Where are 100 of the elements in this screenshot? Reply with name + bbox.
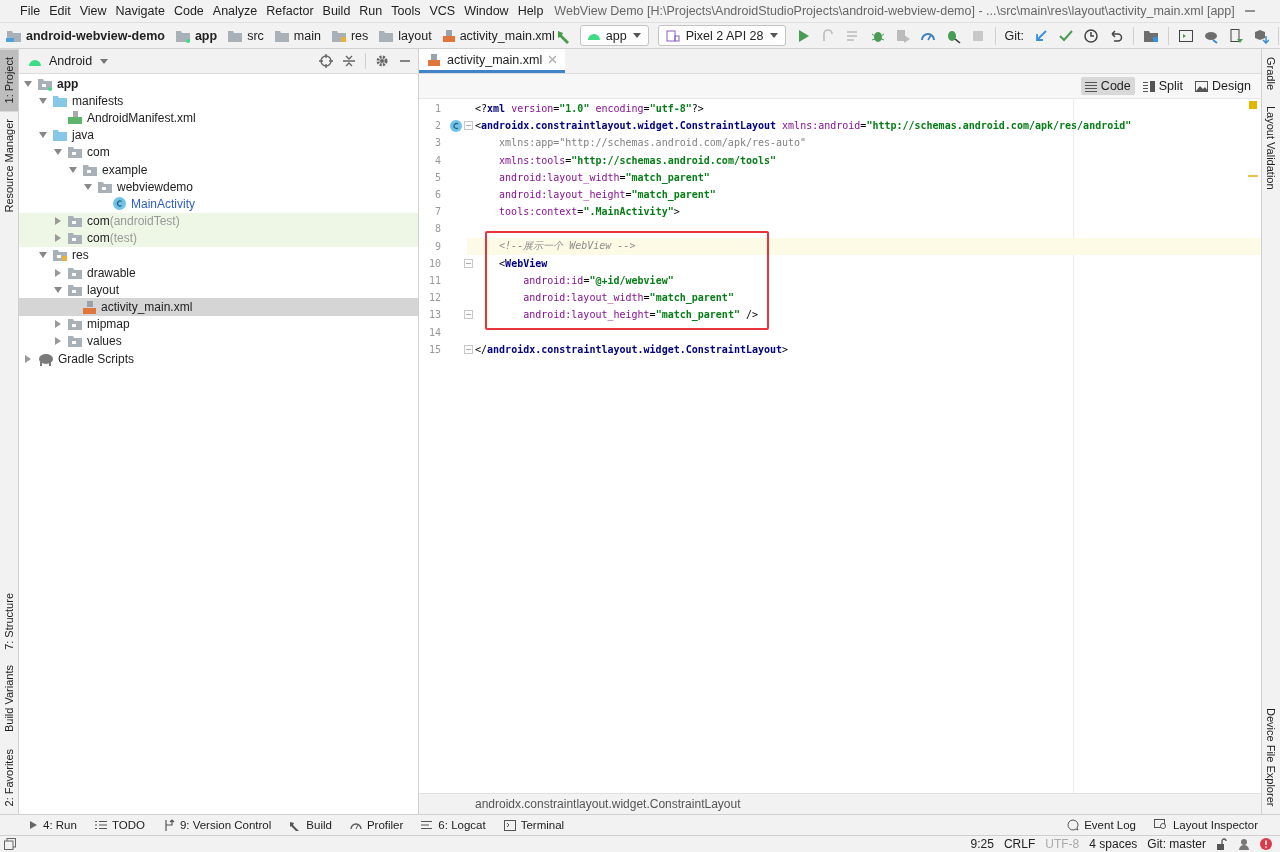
folder-icon [82, 162, 98, 177]
breadcrumb-item[interactable]: android-webview-demo [6, 28, 165, 43]
tool-window-tab[interactable]: 7: Structure [0, 584, 18, 658]
collapse-arrow-icon[interactable] [53, 233, 63, 244]
tool-tab[interactable]: Terminal [503, 819, 565, 831]
expand-arrow-icon[interactable] [23, 78, 33, 89]
manifest-file-icon [67, 110, 83, 126]
menu-item[interactable]: Analyze [212, 4, 258, 18]
tree-item[interactable]: webviewdemo [19, 178, 418, 196]
tree-item[interactable]: layout [19, 281, 418, 299]
tool-tab[interactable]: 6: Logcat [421, 819, 486, 831]
editor-tab[interactable]: activity_main.xml [419, 49, 566, 73]
tree-item[interactable]: com(androidTest) [19, 212, 418, 230]
code-line: tools:context=".MainActivity"> [498, 206, 680, 218]
breadcrumb-item[interactable]: app [174, 28, 218, 43]
fold-marker-icon[interactable] [464, 258, 473, 268]
status-item[interactable]: 9:25 [970, 837, 994, 851]
expand-arrow-icon[interactable] [38, 95, 48, 106]
tree-item[interactable]: AndroidManifest.xml [19, 109, 418, 127]
menu-item[interactable]: Window [464, 4, 509, 18]
collapse-arrow-icon[interactable] [53, 319, 63, 330]
fold-marker-icon[interactable] [464, 121, 473, 131]
view-mode-button[interactable]: Split [1138, 77, 1188, 95]
warning-marker[interactable] [1249, 101, 1257, 109]
breadcrumb-item[interactable]: src [227, 28, 264, 43]
menu-item[interactable]: Build [322, 4, 351, 18]
fold-marker-icon[interactable] [464, 344, 473, 354]
tree-item[interactable]: MainActivity [19, 195, 418, 213]
expand-arrow-icon[interactable] [68, 164, 78, 175]
breadcrumb-item[interactable]: main [273, 28, 321, 43]
menu-item[interactable]: View [79, 4, 107, 18]
tree-item[interactable]: example [19, 160, 418, 179]
close-icon[interactable] [548, 55, 558, 64]
menu-item[interactable]: Code [173, 4, 204, 18]
window-icon[interactable] [4, 838, 16, 850]
tree-item[interactable]: Gradle Scripts [19, 350, 418, 368]
tool-tab[interactable]: Layout Inspector [1153, 819, 1258, 831]
tool-tab[interactable]: TODO [94, 819, 145, 831]
tool-window-tab[interactable]: Layout Validation [1262, 98, 1280, 198]
tool-window-tab[interactable]: Gradle [1262, 49, 1280, 99]
target-icon[interactable] [319, 54, 333, 68]
phone-download-icon[interactable] [1227, 27, 1244, 44]
folder-icon [37, 76, 53, 91]
collapse-arrow-icon[interactable] [23, 353, 33, 364]
tool-window-tab[interactable]: 1: Project [0, 49, 18, 112]
menu-item[interactable]: Tools [391, 4, 421, 18]
menu-item[interactable]: File [20, 4, 41, 18]
fold-marker-icon[interactable] [464, 310, 473, 320]
status-item[interactable]: 4 spaces [1089, 837, 1138, 851]
collapse-icon[interactable] [342, 54, 356, 68]
breadcrumb-item[interactable]: layout [378, 28, 432, 43]
line-number: 8 [433, 223, 441, 235]
tree-item[interactable]: mipmap [19, 315, 418, 333]
view-mode-button[interactable]: Code [1080, 77, 1135, 95]
menu-item[interactable]: Refactor [266, 4, 314, 18]
clock-icon[interactable] [1082, 27, 1099, 44]
tool-window-tab[interactable]: Resource Manager [0, 111, 18, 222]
menu-item[interactable]: Edit [49, 4, 71, 18]
tool-tab[interactable]: 9: Version Control [162, 819, 272, 831]
tree-item[interactable]: activity_main.xml [19, 298, 418, 316]
tool-tab[interactable]: Profiler [349, 819, 404, 831]
collapse-arrow-icon[interactable] [53, 267, 63, 278]
tree-item[interactable]: manifests [19, 92, 418, 110]
tool-window-tab[interactable]: Build Variants [0, 657, 18, 741]
expand-arrow-icon[interactable] [53, 284, 63, 295]
menu-item[interactable]: VCS [429, 4, 456, 18]
status-item[interactable]: CRLF [1003, 837, 1036, 851]
menu-item[interactable]: Help [517, 4, 544, 18]
tool-tab[interactable]: Build [289, 819, 332, 831]
view-mode-button[interactable]: Design [1191, 77, 1255, 95]
class-icon[interactable] [448, 118, 463, 133]
device-dropdown[interactable]: Pixel 2 API 28 [657, 25, 786, 46]
menu-item[interactable]: Run [359, 4, 383, 18]
tree-item[interactable]: drawable [19, 264, 418, 282]
folder-icon [67, 265, 83, 280]
cube-download-icon[interactable] [1252, 27, 1269, 44]
tree-item[interactable]: app [19, 75, 418, 93]
status-item[interactable]: Git: master [1147, 837, 1206, 851]
expand-arrow-icon[interactable] [83, 181, 93, 192]
breadcrumb-item[interactable]: activity_main.xml [441, 28, 555, 43]
tree-item[interactable]: com [19, 143, 418, 161]
lock-icon[interactable] [1216, 838, 1228, 850]
tool-window-tab[interactable]: 2: Favorites [0, 740, 18, 814]
folder-icon [67, 282, 83, 297]
tree-item[interactable]: values [19, 332, 418, 350]
collapse-arrow-icon[interactable] [53, 336, 63, 347]
view-selector[interactable]: Android [29, 54, 109, 68]
run-config-dropdown[interactable]: app [579, 25, 649, 46]
tree-item[interactable]: java [19, 126, 418, 144]
error-icon[interactable] [1260, 838, 1272, 850]
collapse-arrow-icon[interactable] [53, 216, 63, 227]
tool-window-tab[interactable]: Device File Explorer [1262, 699, 1280, 814]
line-number: 14 [427, 326, 441, 338]
breadcrumb-item[interactable]: res [330, 28, 369, 43]
menu-item[interactable]: Navigate [115, 4, 165, 18]
tool-tab[interactable]: Event Log [1067, 819, 1136, 831]
screen-icon[interactable] [1177, 27, 1194, 44]
tree-item[interactable]: res [19, 246, 418, 265]
tool-tab[interactable]: 4: Run [28, 819, 77, 831]
folder-icon [67, 231, 83, 246]
